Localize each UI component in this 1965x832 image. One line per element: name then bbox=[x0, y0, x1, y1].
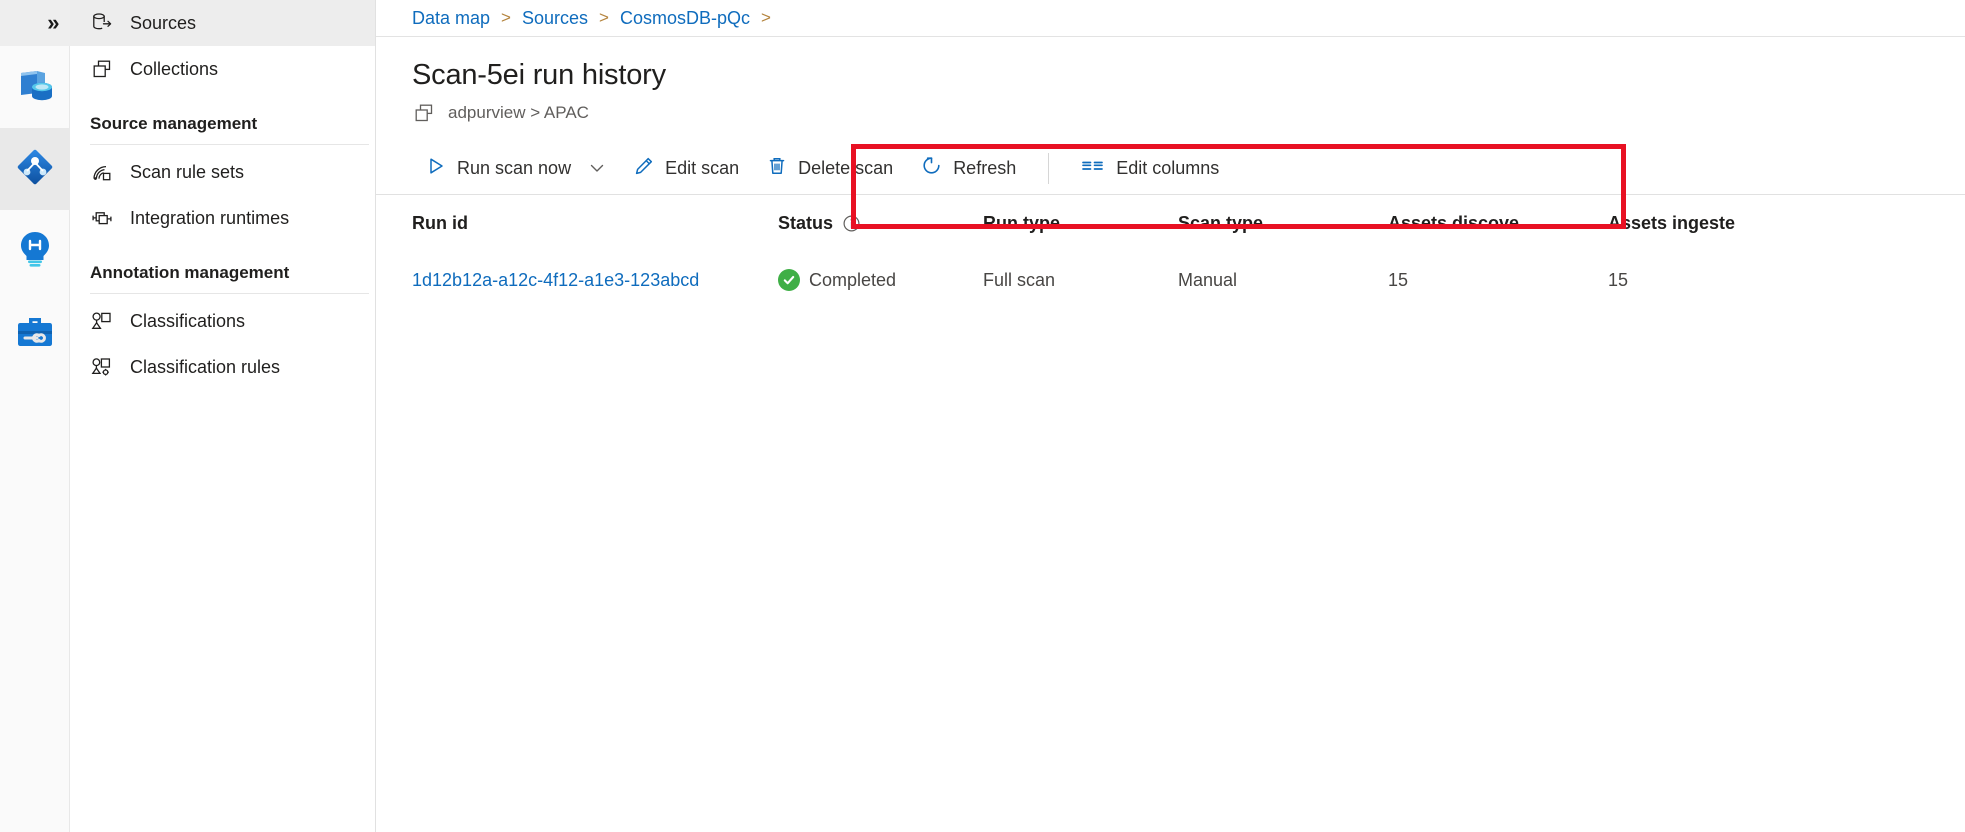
sidebar-section-annotation-management: Annotation management bbox=[90, 263, 290, 282]
success-check-icon bbox=[778, 269, 800, 291]
chevron-down-icon[interactable] bbox=[588, 159, 606, 177]
sidebar-item-collections[interactable]: Collections bbox=[70, 46, 375, 92]
purview-scan-run-history-page: » Sources Collections Source management … bbox=[0, 0, 1965, 832]
sidebar-item-integration-runtimes[interactable]: Integration runtimes bbox=[70, 195, 375, 241]
sidebar-item-scan-rule-sets[interactable]: Scan rule sets bbox=[70, 149, 375, 195]
sidebar-divider bbox=[90, 293, 369, 294]
breadcrumb-separator-icon: > bbox=[761, 8, 771, 27]
page-header: Scan-5ei run history adpurview > APAC bbox=[376, 37, 1965, 125]
sidebar-item-label: Scan rule sets bbox=[130, 161, 245, 182]
toolbar-divider bbox=[1048, 152, 1050, 184]
delete-scan-button[interactable]: Delete scan bbox=[753, 147, 907, 189]
sidebar-item-sources[interactable]: Sources bbox=[70, 0, 375, 46]
collections-icon bbox=[412, 101, 436, 125]
trash-icon bbox=[767, 156, 787, 181]
breadcrumb-item-data-map[interactable]: Data map bbox=[412, 8, 490, 29]
refresh-icon bbox=[921, 155, 942, 181]
sidebar-item-label: Classification rules bbox=[130, 356, 281, 377]
column-header-assets-ingested[interactable]: Assets ingeste bbox=[1608, 213, 1828, 234]
cell-assets-discovered: 15 bbox=[1388, 269, 1409, 290]
scan-rule-sets-icon bbox=[90, 160, 114, 184]
classification-rules-icon bbox=[90, 355, 114, 379]
breadcrumb-separator-icon: > bbox=[501, 8, 511, 27]
info-icon[interactable] bbox=[842, 214, 861, 233]
sidebar-item-label: Classifications bbox=[130, 310, 246, 331]
data-catalog-icon bbox=[15, 65, 55, 110]
run-scan-now-label: Run scan now bbox=[457, 157, 572, 178]
main-content: Data map > Sources > CosmosDB-pQc > Scan… bbox=[376, 0, 1965, 832]
command-bar: Run scan now Edit scan Delete scan Refre… bbox=[376, 142, 1965, 195]
page-title: Scan-5ei run history bbox=[412, 59, 666, 91]
sources-icon bbox=[90, 11, 114, 35]
integration-runtimes-icon bbox=[90, 206, 114, 230]
column-header-run-type[interactable]: Run type bbox=[983, 213, 1178, 234]
breadcrumb-separator-icon: > bbox=[599, 8, 609, 27]
sidebar-section-source-management: Source management bbox=[90, 114, 258, 133]
left-icon-rail: » bbox=[0, 0, 70, 832]
lightbulb-insights-icon bbox=[16, 229, 54, 274]
edit-columns-icon bbox=[1081, 156, 1105, 181]
data-map-icon bbox=[14, 146, 56, 193]
edit-columns-button[interactable]: Edit columns bbox=[1067, 147, 1233, 189]
sidebar-item-label: Sources bbox=[130, 12, 197, 33]
cell-run-id: 1d12b12a-a12c-4f12-a1e3-123abcd bbox=[412, 270, 778, 291]
rail-item-data-insights[interactable] bbox=[0, 210, 70, 292]
delete-scan-label: Delete scan bbox=[798, 157, 894, 178]
sidebar-item-label: Integration runtimes bbox=[130, 207, 290, 228]
column-header-status[interactable]: Status bbox=[778, 213, 983, 234]
edit-scan-button[interactable]: Edit scan bbox=[620, 147, 753, 189]
column-header-assets-discovered[interactable]: Assets discove... bbox=[1388, 213, 1608, 234]
pencil-icon bbox=[634, 156, 654, 181]
breadcrumb-item-cosmosdb[interactable]: CosmosDB-pQc bbox=[620, 8, 750, 29]
run-id-link[interactable]: 1d12b12a-a12c-4f12-a1e3-123abcd bbox=[412, 270, 699, 291]
column-header-scan-type[interactable]: Scan type bbox=[1178, 213, 1388, 234]
expand-nav-button[interactable]: » bbox=[0, 0, 70, 46]
run-history-table: Run id Status Run type Scan type Assets … bbox=[376, 195, 1965, 308]
column-header-run-id[interactable]: Run id bbox=[412, 213, 778, 234]
chevron-double-right-icon: » bbox=[47, 10, 59, 35]
classifications-icon bbox=[90, 309, 114, 333]
left-nav-panel: Sources Collections Source management Sc… bbox=[70, 0, 376, 832]
refresh-label: Refresh bbox=[953, 157, 1017, 178]
page-subtitle-text: adpurview > APAC bbox=[448, 103, 589, 122]
table-header-row: Run id Status Run type Scan type Assets … bbox=[376, 195, 1965, 252]
cell-assets-ingested: 15 bbox=[1608, 269, 1629, 290]
rail-item-management[interactable] bbox=[0, 292, 70, 374]
refresh-button[interactable]: Refresh bbox=[907, 147, 1030, 189]
sidebar-item-classification-rules[interactable]: Classification rules bbox=[70, 344, 375, 390]
breadcrumb-item-sources[interactable]: Sources bbox=[522, 8, 588, 29]
collections-icon bbox=[90, 57, 114, 81]
cell-status: Completed bbox=[778, 269, 983, 291]
sidebar-divider bbox=[90, 144, 369, 145]
status-badge: Completed bbox=[809, 269, 897, 290]
run-scan-now-button[interactable]: Run scan now bbox=[412, 147, 620, 189]
cell-run-type: Full scan bbox=[983, 269, 1056, 290]
page-subtitle: adpurview > APAC bbox=[412, 101, 1965, 125]
edit-scan-label: Edit scan bbox=[665, 157, 740, 178]
breadcrumb: Data map > Sources > CosmosDB-pQc > bbox=[376, 0, 1965, 37]
table-row[interactable]: 1d12b12a-a12c-4f12-a1e3-123abcd Complete… bbox=[376, 252, 1965, 308]
sidebar-item-classifications[interactable]: Classifications bbox=[70, 298, 375, 344]
rail-item-data-catalog[interactable] bbox=[0, 46, 70, 128]
status-header-label: Status bbox=[778, 213, 834, 233]
cell-scan-type: Manual bbox=[1178, 269, 1238, 290]
toolbox-management-icon bbox=[15, 312, 55, 355]
toolbar-container: Run scan now Edit scan Delete scan Refre… bbox=[376, 142, 1965, 229]
edit-columns-label: Edit columns bbox=[1116, 157, 1220, 178]
play-icon bbox=[426, 156, 446, 181]
rail-item-data-map[interactable] bbox=[0, 128, 70, 210]
sidebar-item-label: Collections bbox=[130, 58, 219, 79]
